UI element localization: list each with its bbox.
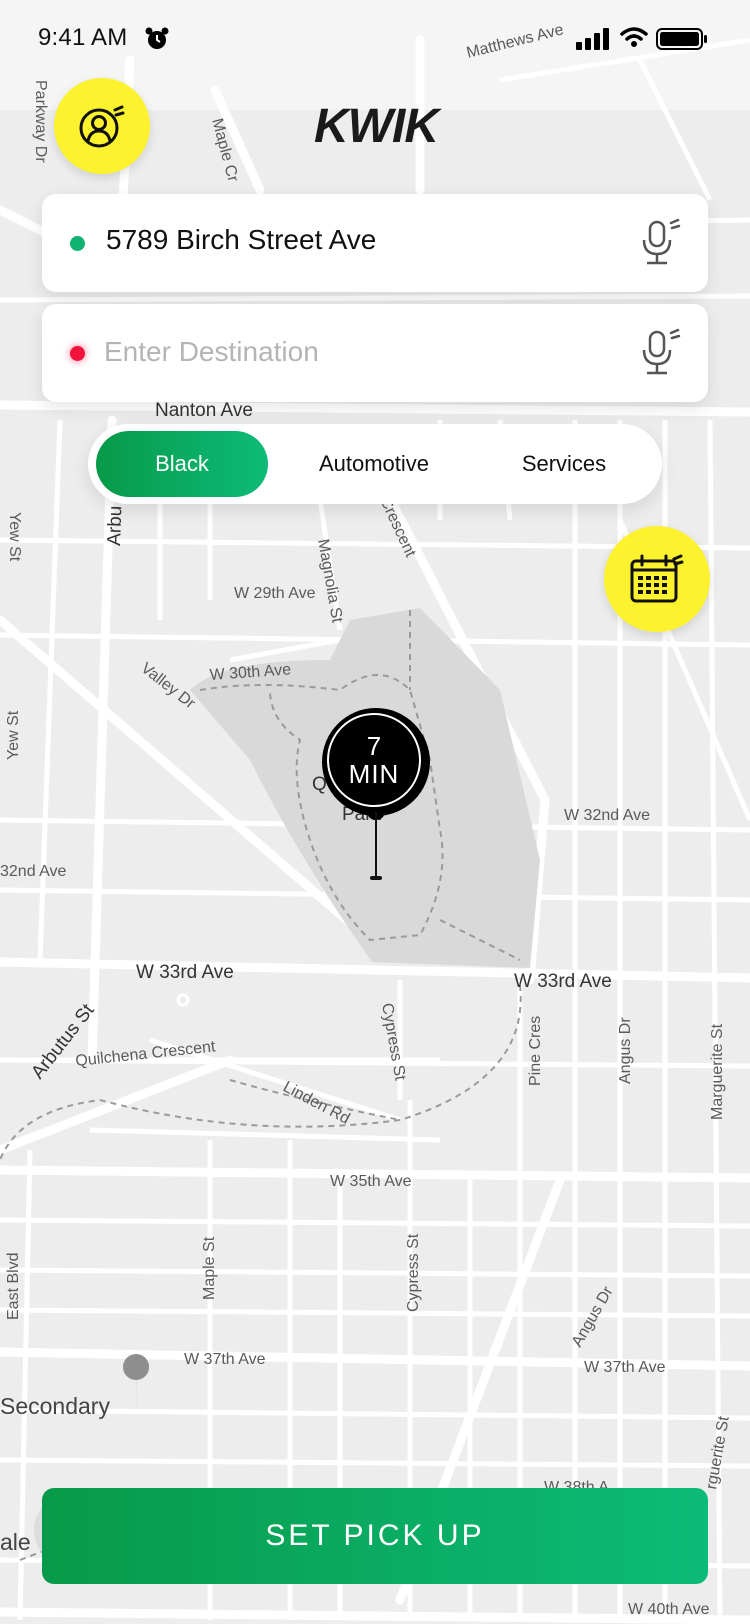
map-label: 32nd Ave (0, 863, 67, 880)
app-screen: Matthews Ave Parkway Dr Maple Cr Nanton … (0, 0, 750, 1624)
tab-black[interactable]: Black (96, 431, 268, 497)
map-label: W 32nd Ave (564, 807, 650, 824)
schedule-button[interactable] (604, 526, 710, 632)
eta-value: 7 (366, 731, 382, 761)
eta-unit: MIN (348, 759, 400, 789)
map-label: W 40th Ave (628, 1601, 710, 1618)
map-label: Marguerite St (709, 1023, 726, 1120)
map-label: Yew St (5, 710, 22, 760)
pickup-dot (70, 236, 85, 251)
map-label: W 29th Ave (234, 585, 316, 602)
alarm-icon (145, 27, 169, 49)
pin-foot (370, 876, 382, 880)
wifi-icon (620, 27, 648, 47)
eta-pin: 7 MIN (322, 708, 430, 884)
cellular-signal-icon (576, 28, 609, 50)
tab-automotive[interactable]: Automotive (288, 431, 460, 497)
map-label: ale (0, 1529, 31, 1555)
microphone-icon[interactable] (638, 328, 682, 378)
map-label: Maple St (201, 1236, 218, 1300)
map-label: W 33rd Ave (514, 971, 612, 992)
profile-button[interactable] (54, 78, 150, 174)
map-label: W 37th Ave (584, 1359, 666, 1376)
pin-stem (375, 812, 377, 878)
tab-services[interactable]: Services (478, 431, 650, 497)
map-label: W 35th Ave (330, 1173, 412, 1190)
map-label: Cypress St (405, 1233, 422, 1312)
map-label: Pine Cres (527, 1016, 544, 1086)
destination-field[interactable] (42, 304, 708, 402)
status-time: 9:41 AM (38, 24, 128, 51)
map-label: W 37th Ave (184, 1351, 266, 1368)
map-label: East Blvd (5, 1252, 22, 1320)
service-tabs: Black Automotive Services (88, 424, 662, 504)
status-bar: 9:41 AM (0, 0, 750, 80)
svg-text:KWIK: KWIK (314, 100, 442, 153)
calendar-icon (630, 554, 684, 603)
destination-input[interactable] (104, 332, 604, 372)
map-label: Yew St (6, 512, 23, 562)
destination-dot (70, 346, 85, 361)
user-icon (79, 105, 125, 148)
map-label: W 33rd Ave (136, 962, 234, 983)
map-label: Arbu (104, 505, 126, 546)
map-label: Angus Dr (617, 1017, 634, 1084)
kwik-logo: KWIK (314, 100, 443, 153)
eta-bubble: 7 MIN (322, 708, 430, 816)
pickup-field[interactable]: 5789 Birch Street Ave (42, 194, 708, 292)
microphone-icon[interactable] (638, 218, 682, 268)
battery-icon (656, 28, 707, 50)
map-label: Nanton Ave (155, 400, 253, 421)
map-label: Secondary (0, 1393, 110, 1419)
set-pickup-button[interactable]: SET PICK UP (42, 1488, 708, 1584)
map-label: Parkway Dr (32, 80, 49, 163)
pickup-address[interactable]: 5789 Birch Street Ave (106, 224, 376, 256)
